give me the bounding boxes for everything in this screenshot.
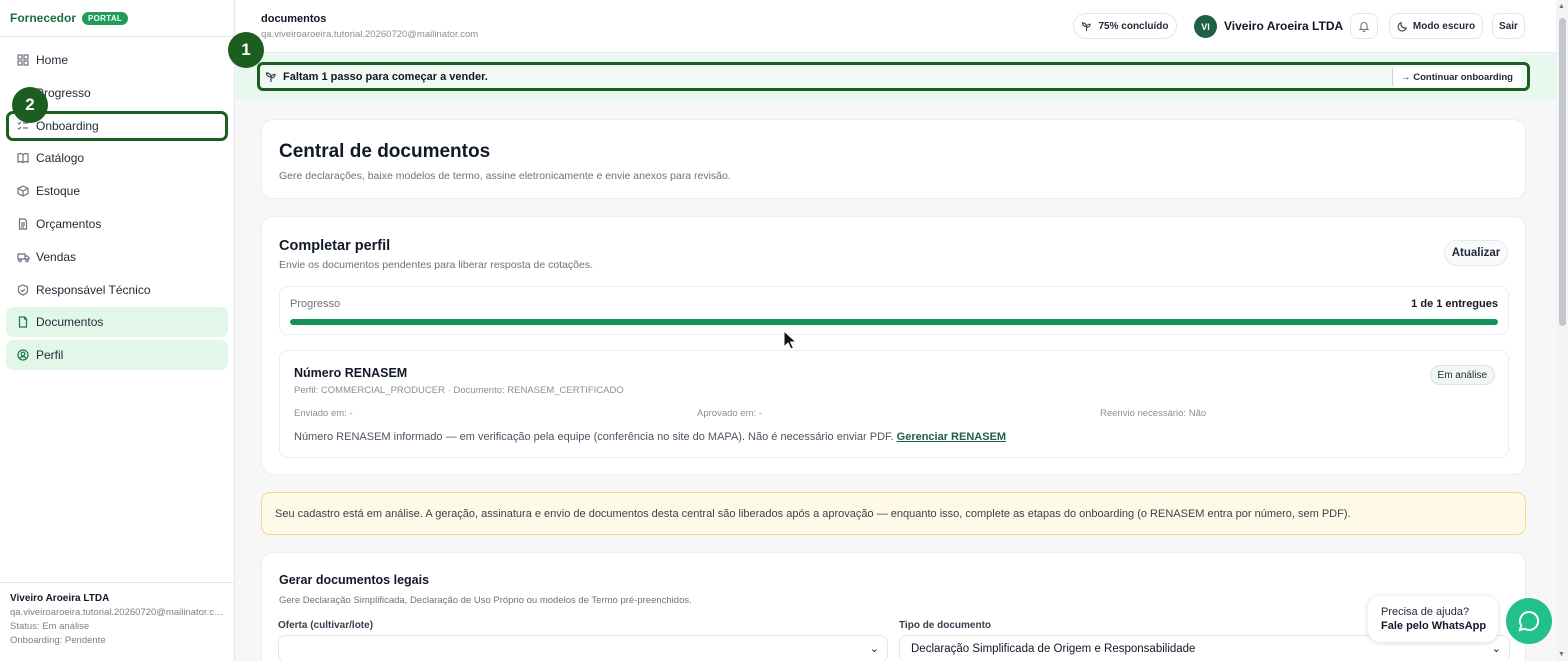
package-icon (16, 184, 30, 198)
sidebar-item-catalogo[interactable]: Catálogo (6, 143, 228, 173)
profile-title: Completar perfil (279, 238, 391, 254)
sidebar-item-orcamentos[interactable]: Orçamentos (6, 209, 228, 239)
user-email: qa.viveiroaroeira.tutorial.20260720@mail… (261, 29, 479, 40)
document-title: Número RENASEM (294, 366, 408, 380)
complete-profile-card: Completar perfil Envie os documentos pen… (261, 216, 1526, 475)
chevron-down-icon: ⌄ (1491, 643, 1501, 655)
sidebar-item-responsavel-tecnico[interactable]: Responsável Técnico (6, 275, 228, 305)
sidebar-item-home[interactable]: Home (6, 45, 228, 75)
manage-renasem-link[interactable]: Gerenciar RENASEM (897, 431, 1006, 443)
file-text-icon (16, 217, 30, 231)
dark-mode-button[interactable]: Modo escuro (1389, 13, 1483, 39)
sprout-icon (265, 71, 277, 83)
document-sent: Enviado em: - (294, 408, 353, 419)
sidebar-item-estoque[interactable]: Estoque (6, 176, 228, 206)
user-circle-icon (16, 348, 30, 362)
central-title: Central de documentos (279, 141, 491, 162)
central-card: Central de documentos Gere declarações, … (261, 119, 1526, 199)
grid-icon (16, 53, 30, 67)
document-type-value: Declaração Simplificada de Origem e Resp… (911, 643, 1196, 655)
legal-title: Gerar documentos legais (279, 573, 430, 587)
brand-name: Fornecedor (10, 11, 77, 25)
footer-company: Viveiro Aroeira LTDA (10, 593, 110, 604)
onboarding-banner: Faltam 1 passo para começar a vender. → … (257, 62, 1530, 91)
sidebar-item-label: Estoque (36, 184, 81, 199)
top-header: documentos qa.viveiroaroeira.tutorial.20… (236, 0, 1556, 53)
scroll-up-icon[interactable]: ▲ (1558, 3, 1565, 10)
mouse-cursor-icon (783, 329, 798, 353)
scrollbar[interactable]: ▲ ▼ (1556, 0, 1568, 661)
document-type-label: Tipo de documento (899, 620, 992, 631)
notifications-button[interactable] (1350, 13, 1378, 39)
document-item: Número RENASEM Perfil: COMMERCIAL_PRODUC… (279, 350, 1509, 458)
progress-box: Progresso 1 de 1 entregues (279, 286, 1509, 335)
annotation-marker-2: 2 (12, 87, 48, 123)
progress-bar (290, 319, 1498, 325)
profile-subtitle: Envie os documentos pendentes para liber… (279, 259, 594, 271)
offer-label: Oferta (cultivar/lote) (278, 620, 374, 631)
footer-onboarding: Onboarding: Pendente (10, 635, 106, 646)
page-title: documentos (261, 13, 327, 25)
sidebar-item-perfil[interactable]: Perfil (6, 340, 228, 371)
central-subtitle: Gere declarações, baixe modelos de termo… (279, 170, 731, 182)
document-meta: Perfil: COMMERCIAL_PRODUCER · Documento:… (294, 385, 624, 396)
sidebar-item-vendas[interactable]: Vendas (6, 242, 228, 272)
progress-label: Progresso (290, 298, 341, 310)
document-note-text: Número RENASEM informado — em verificaçã… (294, 431, 894, 443)
document-approved: Aprovado em: - (697, 408, 762, 419)
sprout-icon (1081, 21, 1092, 32)
header-company[interactable]: Viveiro Aroeira LTDA (1224, 19, 1343, 33)
sidebar-item-label: Onboarding (36, 118, 99, 133)
brand[interactable]: Fornecedor PORTAL (0, 0, 234, 37)
sidebar-item-label: Catálogo (36, 151, 85, 166)
progress-pill[interactable]: 75% concluído (1073, 13, 1177, 39)
book-icon (16, 151, 30, 165)
document-icon (16, 315, 30, 329)
refresh-button[interactable]: Atualizar (1444, 240, 1508, 266)
logout-button[interactable]: Sair (1492, 13, 1525, 39)
chevron-down-icon: ⌄ (869, 643, 879, 655)
chat-icon (1517, 609, 1541, 633)
sidebar-item-label: Documentos (36, 315, 104, 330)
scrollbar-thumb[interactable] (1559, 18, 1566, 326)
portal-badge: PORTAL (82, 11, 129, 25)
dark-mode-label: Modo escuro (1412, 20, 1476, 32)
scroll-down-icon[interactable]: ▼ (1558, 651, 1565, 658)
document-note: Número RENASEM informado — em verificaçã… (294, 431, 1006, 443)
progress-bar-fill (290, 319, 1498, 325)
sidebar-item-documentos[interactable]: Documentos (6, 307, 228, 338)
shield-check-icon (16, 283, 30, 297)
banner-text: Faltam 1 passo para começar a vender. (283, 70, 488, 83)
help-line-1: Precisa de ajuda? (1381, 606, 1470, 618)
help-bubble[interactable]: Precisa de ajuda? Fale pelo WhatsApp (1368, 596, 1498, 642)
sidebar-footer: Viveiro Aroeira LTDA qa.viveiroaroeira.t… (0, 582, 234, 646)
avatar[interactable]: VI (1194, 15, 1217, 38)
sidebar-item-label: Perfil (36, 348, 64, 363)
footer-status: Status: Em análise (10, 621, 90, 632)
review-warning: Seu cadastro está em análise. A geração,… (261, 492, 1526, 535)
progress-count: 1 de 1 entregues (1411, 298, 1498, 310)
legal-subtitle: Gere Declaração Simplificada, Declaração… (279, 595, 692, 606)
progress-pill-label: 75% concluído (1098, 20, 1169, 32)
sidebar-item-label: Vendas (36, 249, 77, 264)
bell-icon (1358, 20, 1370, 32)
continue-onboarding-button[interactable]: → Continuar onboarding (1392, 67, 1521, 87)
offer-select[interactable]: ⌄ (278, 635, 888, 661)
whatsapp-button[interactable] (1506, 598, 1552, 644)
status-badge: Em análise (1429, 365, 1495, 385)
sidebar-item-label: Home (36, 53, 69, 67)
document-resend: Reenvio necessário: Não (1100, 408, 1207, 419)
moon-icon (1397, 21, 1408, 32)
annotation-marker-1: 1 (228, 32, 264, 68)
truck-icon (16, 250, 30, 264)
sidebar-item-label: Responsável Técnico (36, 282, 151, 297)
footer-email: qa.viveiroaroeira.tutorial.20260720@mail… (10, 607, 224, 618)
sidebar-item-label: Orçamentos (36, 216, 102, 231)
help-line-2: Fale pelo WhatsApp (1381, 620, 1487, 632)
